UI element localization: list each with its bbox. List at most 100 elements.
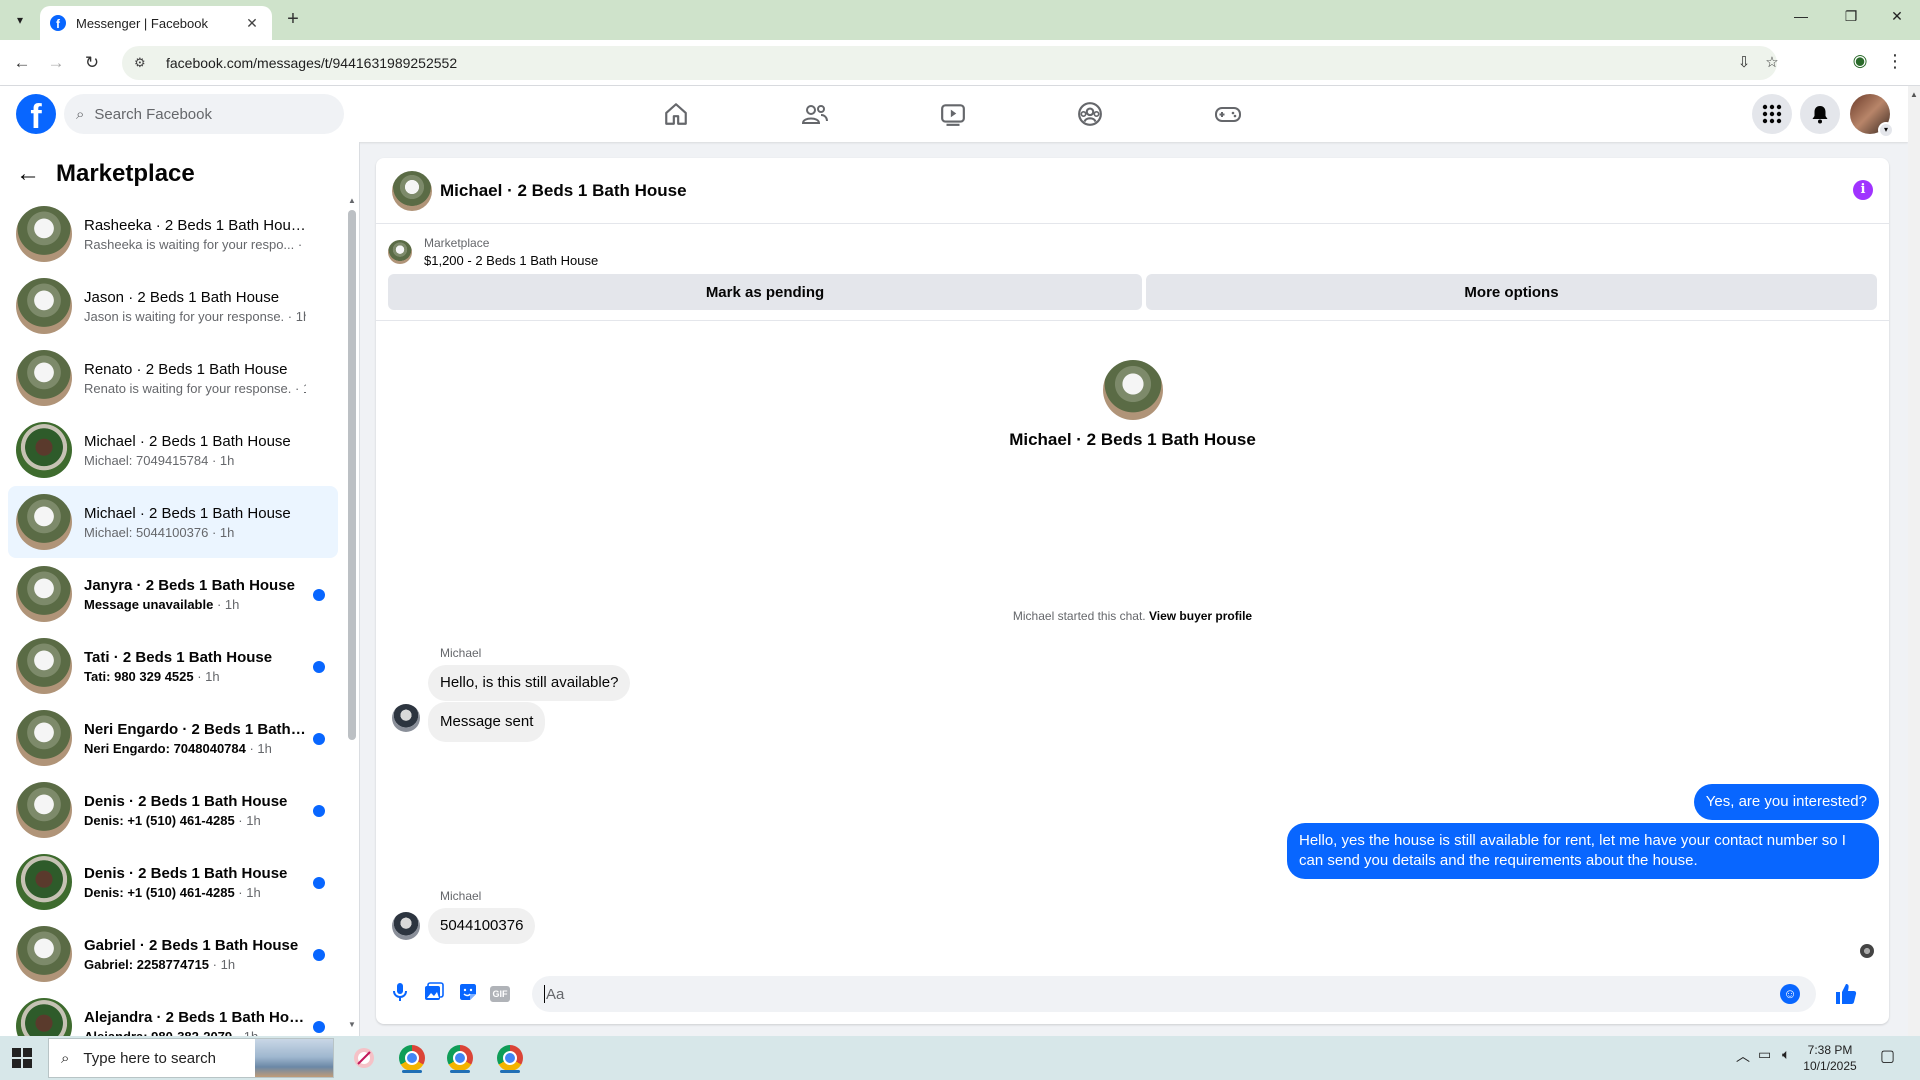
account-avatar[interactable]: ▾ — [1850, 94, 1894, 138]
scroll-up-icon[interactable]: ▲ — [348, 196, 356, 205]
facebook-search[interactable]: ⌕ Search Facebook — [64, 94, 344, 134]
conversation-item[interactable]: Janyra · 2 Beds 1 Bath House Message unav… — [8, 558, 338, 630]
install-app-icon[interactable]: ⇩ — [1734, 53, 1754, 73]
page-scrollbar[interactable]: ▲ — [1908, 86, 1920, 1036]
preview-time: · 1h — [234, 884, 261, 900]
browser-tab[interactable]: f Messenger | Facebook ✕ — [40, 6, 272, 40]
profile-avatar[interactable] — [1102, 360, 1163, 420]
video-icon[interactable] — [937, 98, 969, 130]
chat-title[interactable]: Michael · 2 Beds 1 Bath House — [440, 181, 687, 201]
incoming-message[interactable]: 5044100376 — [428, 908, 536, 944]
url-text[interactable]: facebook.com/messages/t/9441631989252552 — [166, 55, 457, 71]
conversation-sidebar: ← Marketplace Rasheeka · 2 Beds 1 Bath H… — [0, 142, 360, 1036]
info-icon[interactable]: i — [1853, 180, 1873, 200]
browser-menu-icon[interactable]: ⋮ — [1885, 51, 1905, 75]
volume-icon[interactable]: 🔈︎ — [1782, 1046, 1790, 1063]
tab-search-chevron-icon[interactable]: ▾ — [8, 8, 32, 32]
conversation-item[interactable]: Jason · 2 Beds 1 Bath House Jason is wait… — [8, 270, 338, 342]
browser-profile-icon[interactable]: ◉ — [1848, 51, 1872, 75]
preview-time: · 1h — [245, 740, 272, 756]
notification-center-icon[interactable]: ▢ — [1880, 1046, 1895, 1066]
message-input[interactable]: Aa ☺ — [532, 976, 1857, 1012]
conversation-item[interactable]: Alejandra · 2 Beds 1 Bath House Alejandra… — [8, 990, 338, 1036]
unread-dot — [313, 733, 325, 745]
forward-arrow-icon[interactable]: → — [44, 51, 68, 75]
sender-avatar[interactable] — [392, 912, 420, 940]
sidebar-scroll-thumb[interactable] — [348, 210, 356, 740]
account-chevron-icon[interactable]: ▾ — [1878, 122, 1894, 138]
chat-started-notice: Michael started this chat. View buyer pr… — [376, 609, 1889, 623]
chrome-taskbar-icon[interactable] — [444, 1042, 476, 1074]
notifications-bell-icon[interactable] — [1800, 94, 1840, 134]
menu-grid-icon[interactable] — [1752, 94, 1792, 134]
close-tab-icon[interactable]: ✕ — [242, 15, 262, 32]
incoming-message[interactable]: Hello, is this still available? — [428, 665, 631, 701]
conversation-text: Denis · 2 Beds 1 Bath House Denis: +1 (51… — [84, 865, 306, 900]
system-clock[interactable]: 7:38 PM 10/1/2025 — [1800, 1042, 1860, 1074]
windows-start-icon[interactable] — [12, 1048, 32, 1068]
photo-icon[interactable] — [422, 982, 446, 1006]
reload-icon[interactable]: ↻ — [80, 51, 104, 75]
conversation-item[interactable]: Gabriel · 2 Beds 1 Bath House Gabriel: 22… — [8, 918, 338, 990]
chat-avatar[interactable] — [392, 170, 432, 211]
conversation-item[interactable]: Rasheeka · 2 Beds 1 Bath House Rasheeka i… — [8, 198, 338, 270]
network-icon[interactable]: ▭ — [1758, 1046, 1771, 1063]
friends-icon[interactable] — [799, 98, 831, 130]
gif-icon[interactable]: GIF — [490, 982, 514, 1006]
restore-icon[interactable]: ❐ — [1836, 8, 1866, 32]
chrome-taskbar-icon[interactable] — [494, 1042, 526, 1074]
preview-text: Message unavailable — [84, 596, 214, 612]
chrome-taskbar-icon[interactable] — [396, 1042, 428, 1074]
listing-thumbnail — [16, 422, 72, 478]
conversation-preview: Michael: 7049415784 · 1h — [84, 453, 306, 468]
conversation-item[interactable]: Tati · 2 Beds 1 Bath House Tati: 980 329 … — [8, 630, 338, 702]
conversation-name: Neri Engardo · 2 Beds 1 Bath H... — [84, 720, 306, 738]
home-icon[interactable] — [660, 98, 692, 130]
conversation-list: Rasheeka · 2 Beds 1 Bath House Rasheeka i… — [8, 198, 338, 1036]
site-info-icon[interactable]: ⚙ — [134, 55, 152, 71]
thumbs-up-icon[interactable] — [1832, 982, 1860, 1010]
conversation-item[interactable]: Denis · 2 Beds 1 Bath House Denis: +1 (51… — [8, 846, 338, 918]
chat-panel: Michael · 2 Beds 1 Bath House i Marketpl… — [376, 158, 1889, 1024]
taskbar-search[interactable]: ⌕ Type here to search — [48, 1038, 334, 1078]
preview-time: · 1h — [208, 452, 235, 468]
conversation-preview: Gabriel: 2258774715 · 1h — [84, 957, 306, 972]
scroll-up-icon[interactable]: ▲ — [1910, 90, 1918, 99]
back-arrow-icon[interactable]: ← — [10, 51, 34, 75]
outgoing-message[interactable]: Hello, yes the house is still available … — [1287, 823, 1879, 879]
conversation-item[interactable]: Michael · 2 Beds 1 Bath House Michael: 70… — [8, 414, 338, 486]
conversation-item[interactable]: Renato · 2 Beds 1 Bath House Renato is wa… — [8, 342, 338, 414]
listing-price-title: $1,200 - 2 Beds 1 Bath House — [424, 253, 599, 268]
incoming-message[interactable]: Message sent — [428, 702, 546, 742]
minimize-icon[interactable]: — — [1786, 8, 1816, 32]
address-bar[interactable]: ⚙ facebook.com/messages/t/94416319892525… — [122, 46, 1779, 80]
conversation-item[interactable]: Neri Engardo · 2 Beds 1 Bath H... Neri En… — [8, 702, 338, 774]
emoji-icon[interactable]: ☺ — [1780, 984, 1800, 1004]
scroll-down-icon[interactable]: ▼ — [348, 1020, 356, 1029]
sticker-icon[interactable] — [456, 982, 480, 1006]
conversation-text: Tati · 2 Beds 1 Bath House Tati: 980 329 … — [84, 649, 306, 684]
conversation-item[interactable]: Michael · 2 Beds 1 Bath House Michael: 50… — [8, 486, 338, 558]
microphone-icon[interactable] — [388, 982, 412, 1006]
snipping-tool-icon[interactable] — [348, 1042, 380, 1074]
listing-summary[interactable]: Marketplace $1,200 - 2 Beds 1 Bath House — [388, 232, 598, 272]
conversation-item[interactable]: Denis · 2 Beds 1 Bath House Denis: +1 (51… — [8, 774, 338, 846]
message-composer: GIF Aa ☺ — [376, 968, 1889, 1020]
close-window-icon[interactable]: ✕ — [1882, 8, 1912, 32]
more-options-button[interactable]: More options — [1146, 274, 1877, 310]
conversation-preview: Neri Engardo: 7048040784 · 1h — [84, 741, 306, 756]
show-hidden-icons-chevron-icon[interactable]: ︿ — [1736, 1046, 1750, 1066]
groups-icon[interactable] — [1074, 98, 1106, 130]
bookmark-star-icon[interactable]: ☆ — [1762, 53, 1782, 73]
facebook-logo[interactable]: f — [16, 94, 56, 134]
view-buyer-profile-link[interactable]: View buyer profile — [1149, 609, 1252, 623]
back-arrow-icon[interactable]: ← — [16, 160, 48, 188]
gaming-icon[interactable] — [1212, 98, 1244, 130]
sender-avatar[interactable] — [392, 704, 420, 732]
mark-as-pending-button[interactable]: Mark as pending — [388, 274, 1142, 310]
outgoing-message[interactable]: Yes, are you interested? — [1693, 784, 1879, 820]
sidebar-scrollbar[interactable]: ▲ ▼ — [348, 196, 356, 1029]
chat-profile-intro: Michael · 2 Beds 1 Bath House — [376, 360, 1889, 450]
new-tab-icon[interactable]: + — [282, 9, 304, 31]
listing-thumbnail — [16, 566, 72, 622]
